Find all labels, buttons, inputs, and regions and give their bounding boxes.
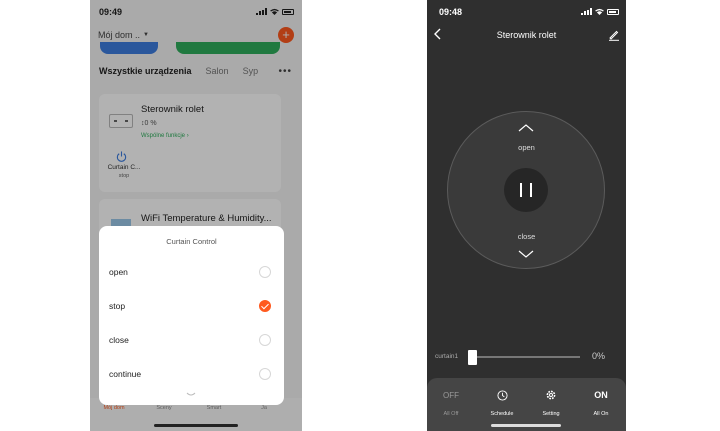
check-icon — [261, 301, 269, 310]
pause-button[interactable] — [504, 168, 548, 212]
radio-unchecked-icon[interactable] — [259, 334, 271, 346]
button-label: Schedule — [490, 411, 514, 417]
sheet-title: Curtain Control — [166, 237, 217, 246]
radio-unchecked-icon[interactable] — [259, 266, 271, 278]
open-label[interactable]: open — [427, 143, 626, 152]
status-time: 09:48 — [439, 7, 463, 17]
signal-icon — [581, 8, 592, 15]
button-label: Setting — [542, 411, 560, 417]
slider-track[interactable] — [472, 356, 580, 358]
slider-thumb[interactable] — [468, 350, 477, 365]
button-label: All On — [593, 411, 609, 417]
option-label: close — [109, 335, 129, 345]
chevron-down-icon[interactable] — [186, 392, 196, 397]
slider-label: curtain1 — [435, 353, 459, 360]
radio-checked-icon[interactable] — [259, 300, 271, 312]
all-off-button[interactable]: OFF All Off — [431, 387, 471, 418]
gear-icon — [531, 387, 571, 403]
home-indicator — [154, 424, 238, 427]
schedule-button[interactable]: Schedule — [482, 387, 522, 417]
slider-value: 0% — [592, 351, 606, 361]
curtain-control-sheet: Curtain Control open stop close continue — [99, 226, 284, 405]
page-title: Sterownik rolet — [496, 30, 557, 40]
option-open[interactable]: open — [99, 257, 284, 287]
button-label: All Off — [443, 411, 459, 417]
on-icon: ON — [594, 390, 608, 400]
option-close[interactable]: close — [99, 325, 284, 355]
close-label[interactable]: close — [427, 232, 626, 241]
pause-icon — [520, 183, 522, 197]
setting-button[interactable]: Setting — [531, 387, 571, 417]
option-label: continue — [109, 369, 142, 379]
option-label: stop — [109, 301, 126, 311]
all-on-button[interactable]: ON All On — [581, 387, 621, 417]
battery-icon — [607, 8, 619, 15]
option-stop[interactable]: stop — [99, 291, 284, 321]
right-phone-screen: 09:48 Sterownik rolet open close curtain… — [427, 0, 626, 431]
chevron-down-icon[interactable] — [518, 250, 534, 258]
pause-icon — [530, 183, 532, 197]
off-icon: OFF — [443, 390, 459, 400]
radio-unchecked-icon[interactable] — [259, 368, 271, 380]
wifi-icon — [595, 8, 604, 15]
edit-icon[interactable] — [608, 29, 620, 41]
clock-icon — [482, 387, 522, 403]
option-label: open — [109, 267, 128, 277]
option-continue[interactable]: continue — [99, 359, 284, 389]
chevron-up-icon[interactable] — [518, 124, 534, 132]
status-icons — [581, 8, 619, 15]
home-indicator — [491, 424, 561, 427]
left-phone-screen: 09:49 Mój dom .. ▼ + Wszystkie urządzeni… — [90, 0, 302, 431]
